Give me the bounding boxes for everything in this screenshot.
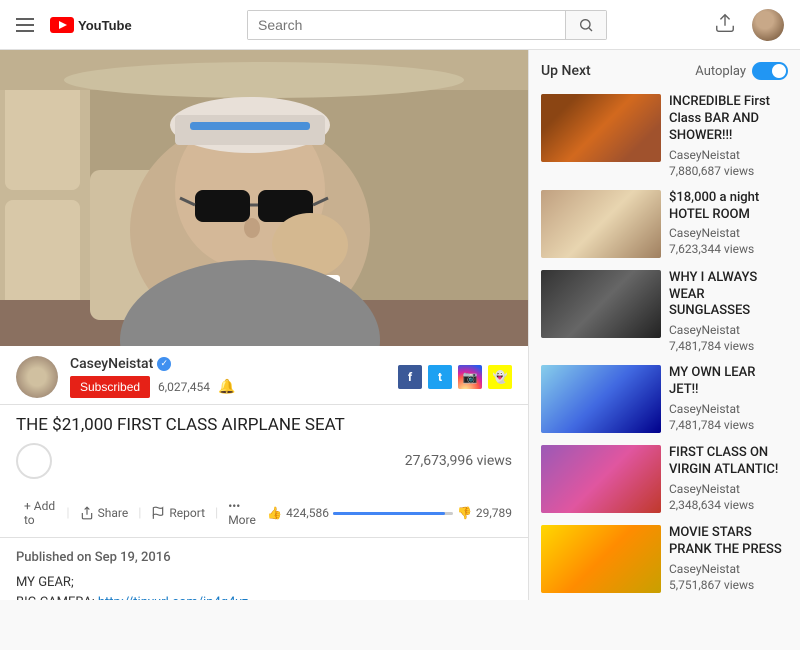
sidebar-item-title: WHY I ALWAYS WEAR SUNGLASSES xyxy=(669,270,788,321)
hamburger-menu[interactable] xyxy=(16,18,34,32)
sidebar-item-info: $18,000 a night HOTEL ROOM CaseyNeistat … xyxy=(669,190,788,258)
snapchat-icon[interactable]: 👻 xyxy=(488,365,512,389)
sidebar-item[interactable]: $18,000 a night HOTEL ROOM CaseyNeistat … xyxy=(537,184,792,264)
search-button[interactable] xyxy=(565,11,606,39)
description-text: MY GEAR; BIG CAMERA; http://tinyurl.com/… xyxy=(16,573,512,600)
sep2: | xyxy=(138,506,141,521)
upload-button[interactable] xyxy=(714,12,736,38)
sidebar-item-channel: CaseyNeistat xyxy=(669,148,788,162)
sidebar-header: Up Next Autoplay xyxy=(537,50,792,88)
channel-avatar[interactable] xyxy=(16,356,58,398)
sidebar-item-channel: CaseyNeistat xyxy=(669,562,788,576)
view-count-placeholder xyxy=(16,443,56,479)
youtube-logo[interactable]: YouTube xyxy=(50,15,140,35)
sidebar-item-views: 2,348,634 views xyxy=(669,498,788,512)
sidebar-item-title: FIRST CLASS ON VIRGIN ATLANTIC! xyxy=(669,445,788,479)
likes-bar-fill xyxy=(333,512,445,515)
notification-bell-icon[interactable]: 🔔 xyxy=(218,379,235,395)
search-input[interactable] xyxy=(248,11,565,39)
header-right xyxy=(714,9,784,41)
sidebar-item-channel: CaseyNeistat xyxy=(669,482,788,496)
channel-info: CaseyNeistat ✓ Subscribed 6,027,454 🔔 f … xyxy=(0,346,528,405)
header-center xyxy=(140,10,714,40)
video-stats-row: 27,673,996 views xyxy=(16,443,512,479)
thumbs-up-icon[interactable]: 👍 xyxy=(267,506,282,520)
subscribe-area: Subscribed 6,027,454 🔔 xyxy=(70,376,398,398)
sidebar-item-info: WHY I ALWAYS WEAR SUNGLASSES CaseyNeista… xyxy=(669,270,788,354)
sidebar-thumbnail xyxy=(541,190,661,258)
more-button[interactable]: ••• More xyxy=(220,495,267,531)
autoplay-area: Autoplay xyxy=(695,62,788,80)
sidebar-item[interactable]: INCREDIBLE First Class BAR AND SHOWER!!!… xyxy=(537,88,792,184)
instagram-icon[interactable]: 📷 xyxy=(458,365,482,389)
view-count: 27,673,996 views xyxy=(405,453,512,469)
autoplay-toggle[interactable] xyxy=(752,62,788,80)
svg-text:YouTube: YouTube xyxy=(78,18,132,33)
sidebar-item[interactable]: WHY I ALWAYS WEAR SUNGLASSES CaseyNeista… xyxy=(537,264,792,360)
sidebar-item-views: 7,481,784 views xyxy=(669,418,788,432)
channel-name-area: CaseyNeistat ✓ Subscribed 6,027,454 🔔 xyxy=(70,356,398,398)
sidebar-item-views: 7,481,784 views xyxy=(669,339,788,353)
video-section: CaseyNeistat ✓ Subscribed 6,027,454 🔔 f … xyxy=(0,50,528,600)
publish-date: Published on Sep 19, 2016 xyxy=(16,550,512,565)
sidebar: Up Next Autoplay INCREDIBLE First Class … xyxy=(528,50,800,600)
sep3: | xyxy=(215,506,218,521)
thumbs-down-icon[interactable]: 👎 xyxy=(457,506,472,520)
channel-name-text[interactable]: CaseyNeistat xyxy=(70,356,153,372)
share-button[interactable]: Share xyxy=(72,502,137,524)
sidebar-item-info: FIRST CLASS ON VIRGIN ATLANTIC! CaseyNei… xyxy=(669,445,788,513)
sidebar-item-channel: CaseyNeistat xyxy=(669,226,788,240)
header: YouTube xyxy=(0,0,800,50)
sidebar-item-views: 7,880,687 views xyxy=(669,164,788,178)
dislike-count: 29,789 xyxy=(476,506,512,520)
sidebar-item[interactable]: MOVIE STARS PRANK THE PRESS CaseyNeistat… xyxy=(537,519,792,599)
main-content: CaseyNeistat ✓ Subscribed 6,027,454 🔔 f … xyxy=(0,50,800,600)
like-count: 424,586 xyxy=(286,506,329,520)
video-title: THE $21,000 FIRST CLASS AIRPLANE SEAT xyxy=(16,415,512,435)
sidebar-item[interactable]: MY OWN LEAR JET!! CaseyNeistat 7,481,784… xyxy=(537,359,792,439)
sidebar-thumbnail xyxy=(541,94,661,162)
facebook-icon[interactable]: f xyxy=(398,365,422,389)
sidebar-item-views: 7,623,344 views xyxy=(669,242,788,256)
sidebar-item-info: MOVIE STARS PRANK THE PRESS CaseyNeistat… xyxy=(669,525,788,593)
likes-bar-container xyxy=(333,512,453,515)
search-bar xyxy=(247,10,607,40)
video-thumbnail xyxy=(0,50,528,346)
twitter-icon[interactable]: t xyxy=(428,365,452,389)
sidebar-item-title: MY OWN LEAR JET!! xyxy=(669,365,788,399)
social-icons: f t 📷 👻 xyxy=(398,365,512,389)
sidebar-item-title: $18,000 a night HOTEL ROOM xyxy=(669,190,788,224)
action-bar: + Add to | Share | Report | ••• More 👍 4… xyxy=(0,489,528,538)
sep1: | xyxy=(66,506,69,521)
user-avatar[interactable] xyxy=(752,9,784,41)
sidebar-thumbnail xyxy=(541,365,661,433)
sidebar-item-title: MOVIE STARS PRANK THE PRESS xyxy=(669,525,788,559)
up-next-label: Up Next xyxy=(541,63,591,79)
desc-link-1[interactable]: http://tinyurl.com/jn4q4vz xyxy=(98,595,248,601)
sidebar-item[interactable]: FIRST CLASS ON VIRGIN ATLANTIC! CaseyNei… xyxy=(537,439,792,519)
sidebar-item-info: MY OWN LEAR JET!! CaseyNeistat 7,481,784… xyxy=(669,365,788,433)
sidebar-item-channel: CaseyNeistat xyxy=(669,323,788,337)
verified-badge: ✓ xyxy=(157,357,171,371)
video-player[interactable] xyxy=(0,50,528,346)
likes-bar: 👍 424,586 👎 29,789 xyxy=(267,506,512,520)
description: Published on Sep 19, 2016 MY GEAR; BIG C… xyxy=(0,538,528,600)
sidebar-item-info: INCREDIBLE First Class BAR AND SHOWER!!!… xyxy=(669,94,788,178)
sidebar-item-title: INCREDIBLE First Class BAR AND SHOWER!!! xyxy=(669,94,788,145)
sidebar-item-channel: CaseyNeistat xyxy=(669,402,788,416)
subscribe-button[interactable]: Subscribed xyxy=(70,376,150,398)
sidebar-thumbnail xyxy=(541,270,661,338)
sidebar-thumbnail xyxy=(541,445,661,513)
toggle-knob xyxy=(772,64,786,78)
subscriber-count: 6,027,454 xyxy=(158,380,210,394)
video-title-section: THE $21,000 FIRST CLASS AIRPLANE SEAT 27… xyxy=(0,405,528,489)
autoplay-label: Autoplay xyxy=(695,64,746,79)
sidebar-items-container: INCREDIBLE First Class BAR AND SHOWER!!!… xyxy=(537,88,792,600)
sidebar-thumbnail xyxy=(541,525,661,593)
report-button[interactable]: Report xyxy=(143,502,213,524)
sidebar-item-views: 5,751,867 views xyxy=(669,578,788,592)
add-to-button[interactable]: + Add to xyxy=(16,495,64,531)
channel-name: CaseyNeistat ✓ xyxy=(70,356,398,372)
header-left: YouTube xyxy=(16,15,140,35)
